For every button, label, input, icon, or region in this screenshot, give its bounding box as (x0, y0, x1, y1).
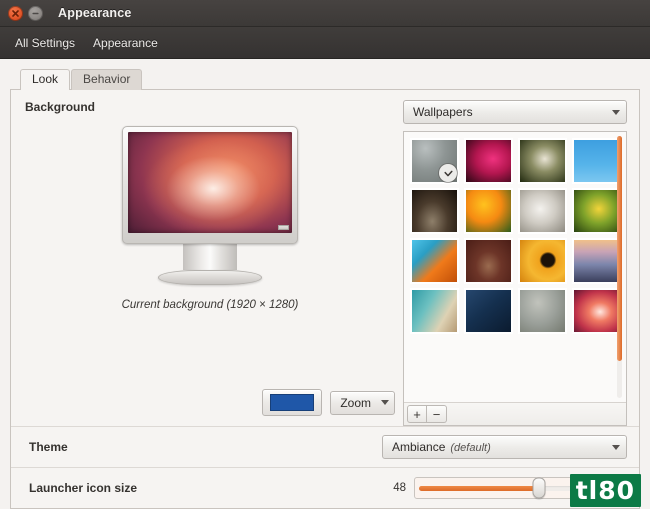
wallpaper-thumbnail[interactable] (518, 238, 567, 284)
theme-default-suffix: (default) (450, 442, 491, 454)
wallpaper-thumbnail[interactable] (464, 288, 513, 334)
monitor-frame (122, 126, 298, 244)
background-preview-column: Background Current background (1920 × 12… (25, 100, 395, 426)
white-blossoms-thumbnail-image (520, 140, 565, 182)
slider-thumb[interactable] (532, 477, 546, 499)
wallpaper-thumbnail[interactable] (572, 288, 621, 334)
wallpaper-thumbnail[interactable] (518, 138, 567, 184)
close-icon[interactable] (8, 5, 23, 21)
background-scaling-label: Zoom (340, 395, 371, 410)
wallpaper-thumbnail[interactable] (572, 238, 621, 284)
chevron-down-icon (612, 444, 620, 450)
teal-shells-thumbnail-image (412, 290, 457, 332)
minimize-icon[interactable] (28, 5, 43, 21)
tab-look[interactable]: Look (20, 69, 71, 90)
chevron-down-icon (381, 400, 389, 405)
orange-circular-pattern-thumbnail-image (520, 240, 565, 282)
background-color-button[interactable] (262, 389, 323, 416)
wallpaper-thumbnail[interactable] (572, 188, 621, 234)
background-controls: Zoom (25, 381, 395, 426)
wallpaper-thumbnail[interactable] (410, 288, 459, 334)
toolbar-appearance-button[interactable]: Appearance (84, 32, 167, 54)
launcher-icon-size-value: 48 (393, 482, 406, 494)
wallpaper-thumbnail[interactable] (464, 188, 513, 234)
appearance-window: Appearance All Settings Appearance Look … (0, 0, 650, 509)
blue-fabric-thumbnail-image (466, 290, 511, 332)
wallpaper-grid-scroll (404, 132, 626, 402)
toolbar-all-settings-button[interactable]: All Settings (6, 32, 84, 54)
tab-behavior[interactable]: Behavior (71, 69, 143, 90)
monitor-stand-base (158, 270, 262, 285)
white-butterfly-thumbnail-image (520, 190, 565, 232)
orange-blue-artwork-thumbnail-image (412, 240, 457, 282)
green-yellow-plant-thumbnail-image (574, 190, 619, 232)
look-panel: Background Current background (1920 × 12… (10, 89, 640, 509)
add-wallpaper-button[interactable]: + (407, 405, 427, 423)
wallpaper-grid (410, 138, 626, 334)
wallpaper-source-label: Wallpapers (413, 105, 473, 119)
theme-row: Theme Ambiance (default) (11, 426, 639, 467)
monitor-led-icon (278, 225, 289, 230)
wallpaper-thumbnail[interactable] (464, 238, 513, 284)
theme-value-text: Ambiance (392, 440, 446, 454)
grey-mist-thumbnail-image (520, 290, 565, 332)
theme-value: Ambiance (default) (392, 440, 612, 454)
wallpaper-grid-box: + − (403, 131, 627, 426)
wallpaper-thumbnail[interactable] (410, 138, 459, 184)
wallpaper-thumbnail[interactable] (572, 138, 621, 184)
theme-dropdown[interactable]: Ambiance (default) (382, 435, 627, 459)
selected-check-icon (439, 164, 457, 182)
watermark-badge: tl80 (569, 474, 641, 507)
dark-brown-texture-thumbnail-image (412, 190, 457, 232)
tab-bar: Look Behavior (10, 69, 640, 90)
wallpaper-grid-scrollbar[interactable] (617, 136, 622, 398)
wallpaper-grid-footer: + − (404, 402, 626, 425)
wallpaper-thumbnail[interactable] (518, 288, 567, 334)
launcher-icon-size-row: Launcher icon size 48 (11, 467, 639, 508)
title-bar: Appearance (0, 0, 650, 27)
content-area: Look Behavior Background Current backgro… (0, 59, 650, 509)
theme-label: Theme (29, 440, 68, 454)
background-caption: Current background (1920 × 1280) (121, 299, 299, 311)
watermark-text: tl80 (575, 476, 635, 505)
wallpaper-source-dropdown[interactable]: Wallpapers (403, 100, 627, 124)
blue-sky-birds-thumbnail-image (574, 140, 619, 182)
dusk-landscape-thumbnail-image (574, 240, 619, 282)
background-section: Background Current background (1920 × 12… (11, 90, 639, 426)
maroon-minimal-thumbnail-image (466, 240, 511, 282)
scrollbar-thumb[interactable] (617, 136, 622, 362)
chevron-down-icon (612, 109, 620, 115)
color-swatch (270, 394, 315, 411)
remove-wallpaper-button[interactable]: − (427, 405, 447, 423)
orange-poppy-thumbnail-image (466, 190, 511, 232)
wallpaper-thumbnail[interactable] (518, 188, 567, 234)
window-title: Appearance (58, 6, 132, 20)
launcher-icon-size-label: Launcher icon size (29, 481, 138, 495)
wallpaper-thumbnail[interactable] (410, 188, 459, 234)
monitor-preview: Current background (1920 × 1280) (25, 114, 395, 381)
wallpaper-thumbnail[interactable] (410, 238, 459, 284)
monitor-stand-neck (183, 244, 237, 270)
monitor-screen-wallpaper (128, 132, 292, 233)
background-scaling-dropdown[interactable]: Zoom (330, 390, 395, 415)
toolbar: All Settings Appearance (0, 27, 650, 59)
theme-controls: Ambiance (default) (382, 435, 627, 459)
slider-fill (419, 485, 539, 491)
magenta-flower-thumbnail-image (466, 140, 511, 182)
background-section-label: Background (25, 100, 96, 114)
red-glow-ubuntu-thumbnail-image (574, 290, 619, 332)
wallpaper-chooser-column: Wallpapers + − (395, 100, 627, 426)
wallpaper-thumbnail[interactable] (464, 138, 513, 184)
